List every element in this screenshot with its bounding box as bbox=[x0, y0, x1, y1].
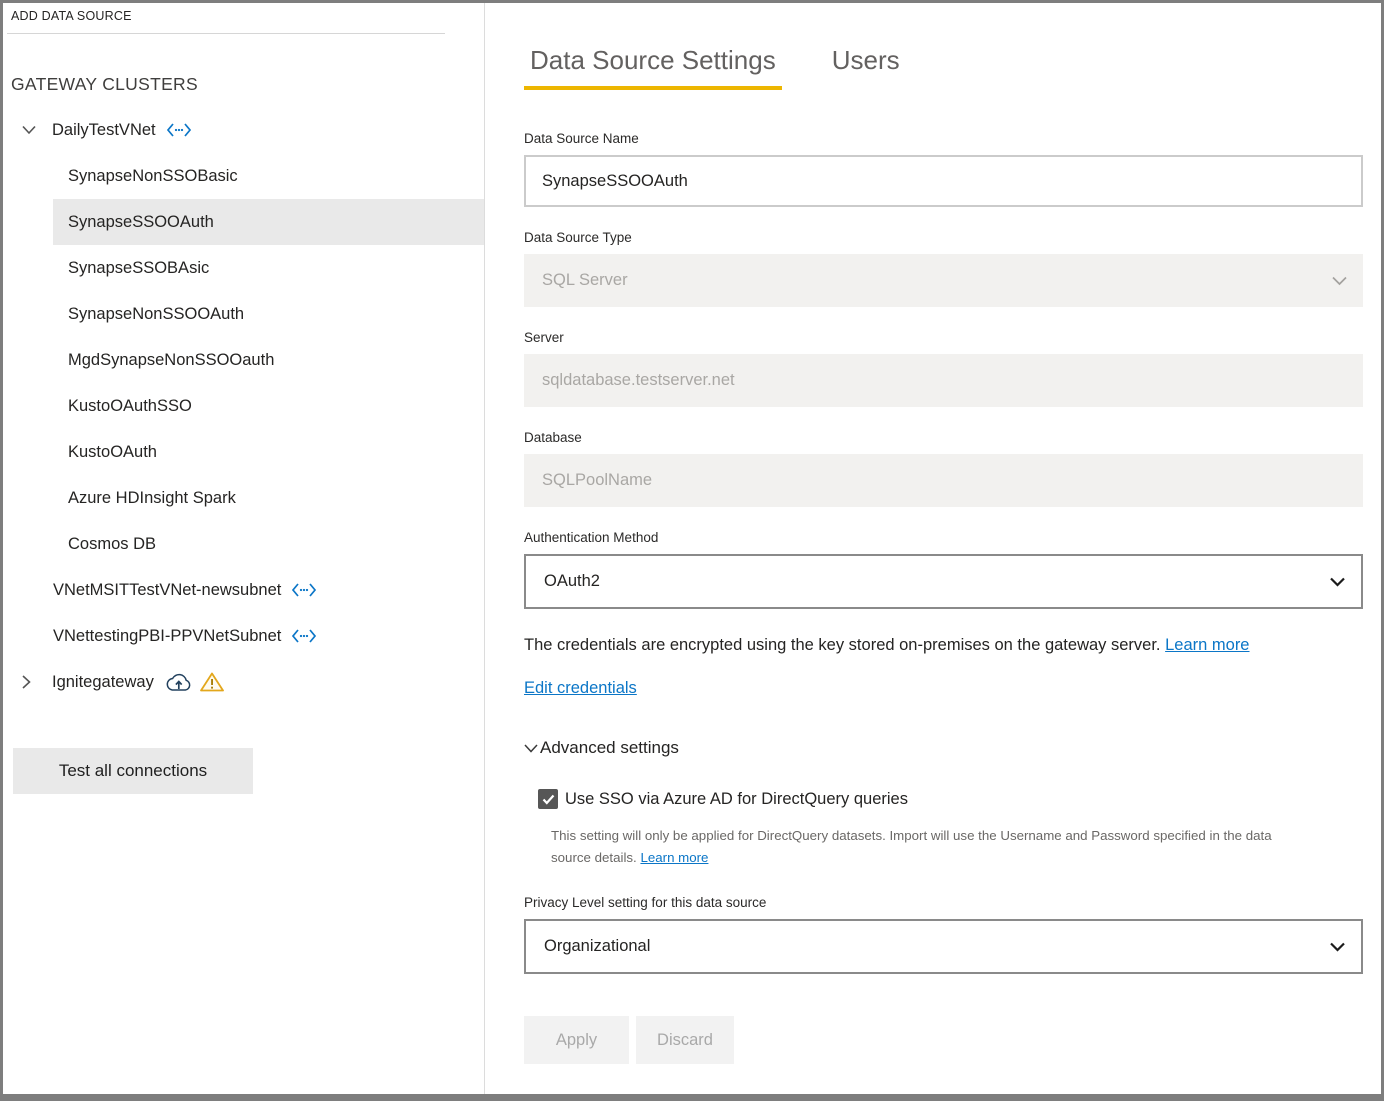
learn-more-link[interactable]: Learn more bbox=[1165, 636, 1249, 654]
datasource-label: MgdSynapseNonSSOOauth bbox=[68, 351, 274, 370]
warning-icon bbox=[200, 672, 224, 692]
sidebar-item-synapsessobasic[interactable]: SynapseSSOBAsic bbox=[53, 245, 484, 291]
data-source-type-label: Data Source Type bbox=[524, 230, 1363, 245]
chevron-down-icon bbox=[1332, 276, 1347, 285]
datasource-label: Cosmos DB bbox=[68, 535, 156, 554]
data-source-settings-panel: Data Source Settings Users Data Source N… bbox=[485, 3, 1381, 1094]
data-source-type-value: SQL Server bbox=[542, 271, 628, 290]
settings-tabs: Data Source Settings Users bbox=[524, 45, 1363, 90]
learn-more-link[interactable]: Learn more bbox=[640, 850, 708, 865]
datasource-label: KustoOAuth bbox=[68, 443, 157, 462]
gateway-tree: DailyTestVNet SynapseNonSSOBasic Synapse… bbox=[3, 107, 484, 705]
chevron-down-icon bbox=[1330, 942, 1345, 951]
sso-helper-line2: source details. Learn more bbox=[551, 847, 1363, 869]
gateway-sidebar: ADD DATA SOURCE GATEWAY CLUSTERS DailyTe… bbox=[3, 3, 485, 1094]
discard-button[interactable]: Discard bbox=[636, 1016, 734, 1064]
sidebar-item-synapsenonssobasic[interactable]: SynapseNonSSOBasic bbox=[53, 153, 484, 199]
data-source-form: Data Source Name Data Source Type SQL Se… bbox=[524, 131, 1363, 1064]
chevron-down-icon[interactable] bbox=[22, 126, 36, 135]
datasource-label: SynapseNonSSOOAuth bbox=[68, 305, 244, 324]
datasource-label: SynapseSSOOAuth bbox=[68, 213, 214, 232]
form-actions: Apply Discard bbox=[524, 1016, 1363, 1064]
datasource-label: SynapseSSOBAsic bbox=[68, 259, 209, 278]
vnet-link-icon bbox=[167, 123, 191, 137]
sso-checkbox-label: Use SSO via Azure AD for DirectQuery que… bbox=[565, 790, 908, 809]
chevron-down-icon bbox=[524, 744, 538, 753]
datasource-label: SynapseNonSSOBasic bbox=[68, 167, 238, 186]
server-value: sqldatabase.testserver.net bbox=[542, 371, 735, 390]
tab-data-source-settings[interactable]: Data Source Settings bbox=[524, 45, 782, 90]
sidebar-item-vnettestingpbi-ppvnetsubnet[interactable]: VNettestingPBI-PPVNetSubnet bbox=[3, 613, 484, 659]
privacy-level-value: Organizational bbox=[544, 937, 650, 956]
datasource-label: KustoOAuthSSO bbox=[68, 397, 192, 416]
sso-helper-line1: This setting will only be applied for Di… bbox=[551, 825, 1363, 847]
credentials-encryption-note: The credentials are encrypted using the … bbox=[524, 633, 1363, 657]
tab-users[interactable]: Users bbox=[826, 45, 906, 90]
authentication-method-label: Authentication Method bbox=[524, 530, 1363, 545]
sidebar-item-ignitegateway[interactable]: Ignitegateway bbox=[3, 659, 484, 705]
privacy-level-select[interactable]: Organizational bbox=[524, 919, 1363, 974]
page-title: ADD DATA SOURCE bbox=[3, 3, 484, 23]
sidebar-item-kustooauth[interactable]: KustoOAuth bbox=[53, 429, 484, 475]
chevron-down-icon bbox=[1330, 577, 1345, 586]
gateway-clusters-heading: GATEWAY CLUSTERS bbox=[11, 74, 484, 95]
advanced-settings-toggle[interactable]: Advanced settings bbox=[524, 738, 1363, 758]
sidebar-item-synapsenonssooauth[interactable]: SynapseNonSSOOAuth bbox=[53, 291, 484, 337]
header-divider bbox=[7, 33, 445, 34]
sidebar-item-dailytestvnet[interactable]: DailyTestVNet bbox=[3, 107, 484, 153]
sso-checkbox-row: Use SSO via Azure AD for DirectQuery que… bbox=[538, 789, 1363, 809]
server-label: Server bbox=[524, 330, 1363, 345]
cluster-label: Ignitegateway bbox=[52, 673, 154, 692]
data-source-name-label: Data Source Name bbox=[524, 131, 1363, 146]
cluster-label: DailyTestVNet bbox=[52, 121, 156, 140]
cluster-label: VNetMSITTestVNet-newsubnet bbox=[53, 581, 281, 600]
sso-checkbox[interactable] bbox=[538, 789, 558, 809]
add-data-source-window: ADD DATA SOURCE GATEWAY CLUSTERS DailyTe… bbox=[0, 0, 1384, 1101]
sidebar-item-vnetmsittestvnet-newsubnet[interactable]: VNetMSITTestVNet-newsubnet bbox=[3, 567, 484, 613]
sidebar-item-synapsessooauth[interactable]: SynapseSSOOAuth bbox=[53, 199, 484, 245]
sidebar-item-mgdsynapsenonssooauth[interactable]: MgdSynapseNonSSOOauth bbox=[53, 337, 484, 383]
vnet-link-icon bbox=[292, 629, 316, 643]
sidebar-item-cosmos-db[interactable]: Cosmos DB bbox=[53, 521, 484, 567]
server-input: sqldatabase.testserver.net bbox=[524, 354, 1363, 407]
vnet-link-icon bbox=[292, 583, 316, 597]
cluster-label: VNettestingPBI-PPVNetSubnet bbox=[53, 627, 281, 646]
chevron-right-icon[interactable] bbox=[22, 675, 31, 689]
sidebar-item-kustooauthsso[interactable]: KustoOAuthSSO bbox=[53, 383, 484, 429]
advanced-settings-label: Advanced settings bbox=[540, 738, 679, 758]
sso-helper-line2-text: source details. bbox=[551, 850, 637, 865]
privacy-level-label: Privacy Level setting for this data sour… bbox=[524, 895, 1363, 910]
database-value: SQLPoolName bbox=[542, 471, 652, 490]
database-input: SQLPoolName bbox=[524, 454, 1363, 507]
edit-credentials-link[interactable]: Edit credentials bbox=[524, 679, 637, 697]
database-label: Database bbox=[524, 430, 1363, 445]
datasource-label: Azure HDInsight Spark bbox=[68, 489, 236, 508]
credentials-note-text: The credentials are encrypted using the … bbox=[524, 636, 1161, 654]
apply-button[interactable]: Apply bbox=[524, 1016, 629, 1064]
authentication-method-select[interactable]: OAuth2 bbox=[524, 554, 1363, 609]
test-all-connections-button[interactable]: Test all connections bbox=[13, 748, 253, 794]
data-source-type-select: SQL Server bbox=[524, 254, 1363, 307]
sso-helper-note: This setting will only be applied for Di… bbox=[551, 825, 1363, 868]
data-source-name-input[interactable] bbox=[524, 155, 1363, 207]
cloud-upload-icon bbox=[165, 672, 192, 692]
sidebar-item-azure-hdinsight-spark[interactable]: Azure HDInsight Spark bbox=[53, 475, 484, 521]
authentication-method-value: OAuth2 bbox=[544, 572, 600, 591]
